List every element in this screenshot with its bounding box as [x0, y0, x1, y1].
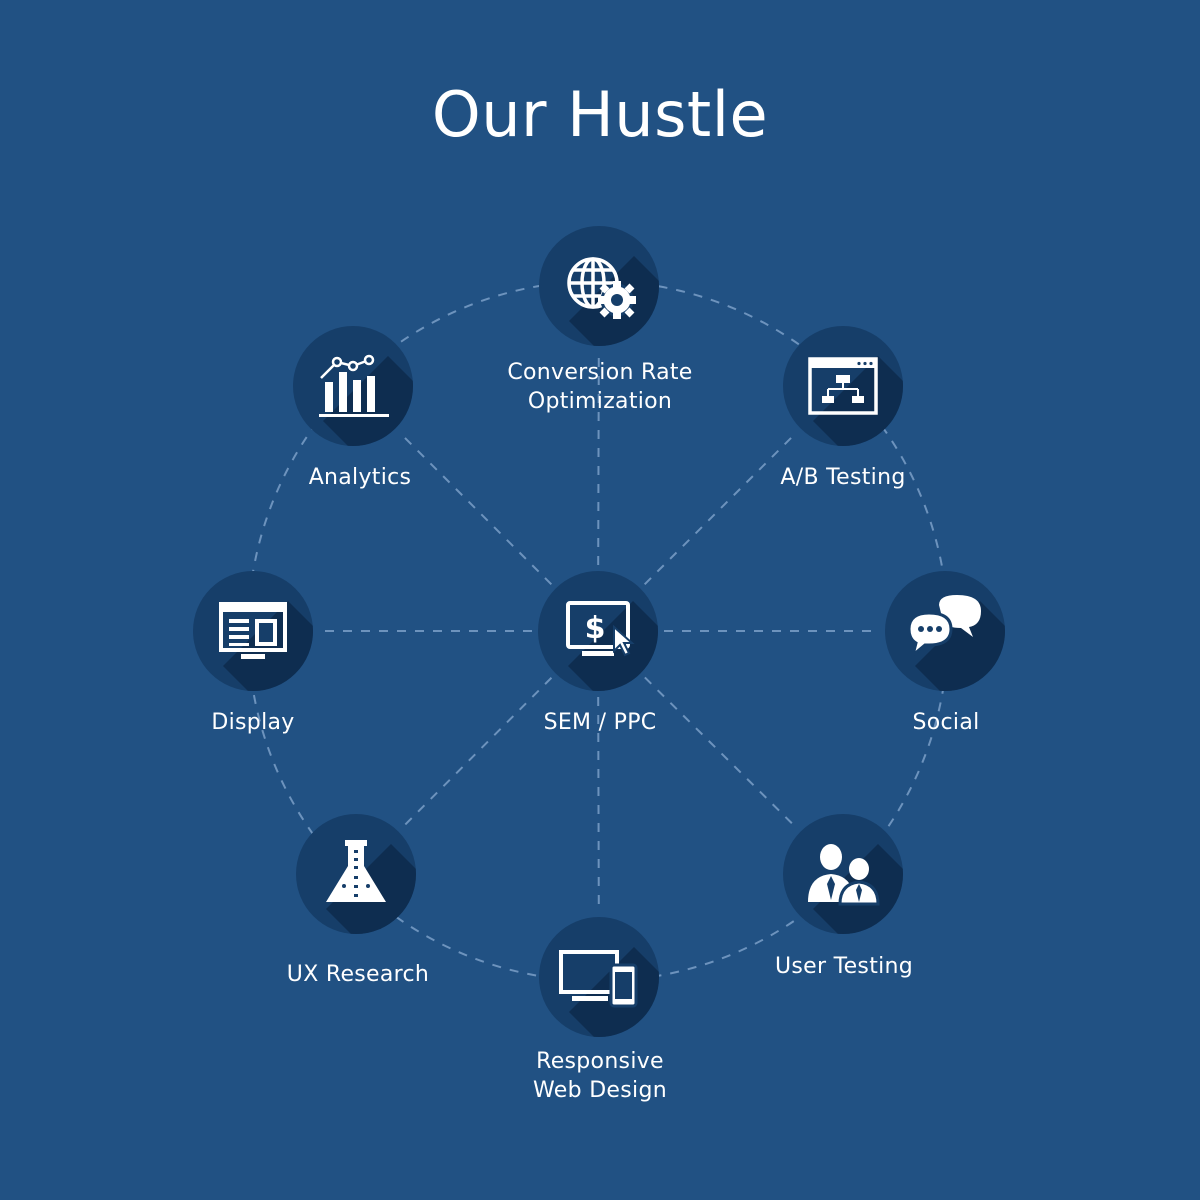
node-label-line: Web Design	[533, 1078, 667, 1103]
node-label-line: UX Research	[286, 962, 430, 987]
flask-icon	[326, 840, 416, 934]
node-label-ux-research: UX Research	[208, 960, 508, 989]
node-label-line: A/B Testing	[780, 465, 906, 490]
node-label-user-testing: User Testing	[694, 952, 994, 981]
spoke-connector-user-testing	[644, 676, 797, 829]
spoke-connector-analytics	[398, 431, 553, 586]
node-label-line: SEM / PPC	[543, 710, 657, 735]
node-label-analytics: Analytics	[210, 463, 510, 492]
node-label-line: Conversion Rate	[507, 360, 693, 385]
node-label-sem-ppc: SEM / PPC	[450, 708, 750, 737]
hustle-diagram: Our Hustle Conversion RateOptimization	[0, 0, 1200, 1200]
bar-line-chart-icon	[319, 354, 413, 446]
node-label-line: User Testing	[774, 954, 914, 979]
node-label-responsive-web-design: Responsive Web Design	[450, 1047, 750, 1105]
sitemap-window-icon	[808, 356, 903, 446]
globe-gear-icon	[567, 256, 659, 346]
users-icon	[808, 844, 903, 934]
node-label-line: Analytics	[308, 465, 412, 490]
node-label-line: Social	[912, 710, 980, 735]
node-label-social: Social	[796, 708, 1096, 737]
node-circle-ux-research	[296, 814, 416, 934]
node-circle-responsive-web-design	[539, 917, 659, 1037]
spoke-connector-ux-research	[401, 677, 553, 828]
spoke-connector-ab-testing	[643, 431, 798, 586]
node-label-line: Responsive	[536, 1049, 664, 1074]
node-label-display: Display	[103, 708, 403, 737]
devices-icon	[559, 947, 659, 1037]
node-circle-user-testing	[783, 814, 903, 934]
chat-bubbles-icon	[907, 595, 1005, 691]
node-label-ab-testing: A/B Testing	[693, 463, 993, 492]
node-circle-sem-ppc: $	[538, 571, 658, 691]
node-circle-display	[193, 571, 313, 691]
node-label-line: Optimization	[527, 389, 673, 414]
monitor-layout-icon	[219, 601, 313, 691]
node-circle-cro	[539, 226, 659, 346]
node-circle-ab-testing	[783, 326, 903, 446]
node-label-line: Display	[211, 710, 295, 735]
node-circle-analytics	[293, 326, 413, 446]
svg-text:$: $	[585, 611, 606, 646]
monitor-dollar-cursor-icon: $	[566, 601, 658, 691]
node-label-cro: Conversion Rate Optimization	[450, 358, 750, 416]
node-circle-social	[885, 571, 1005, 691]
